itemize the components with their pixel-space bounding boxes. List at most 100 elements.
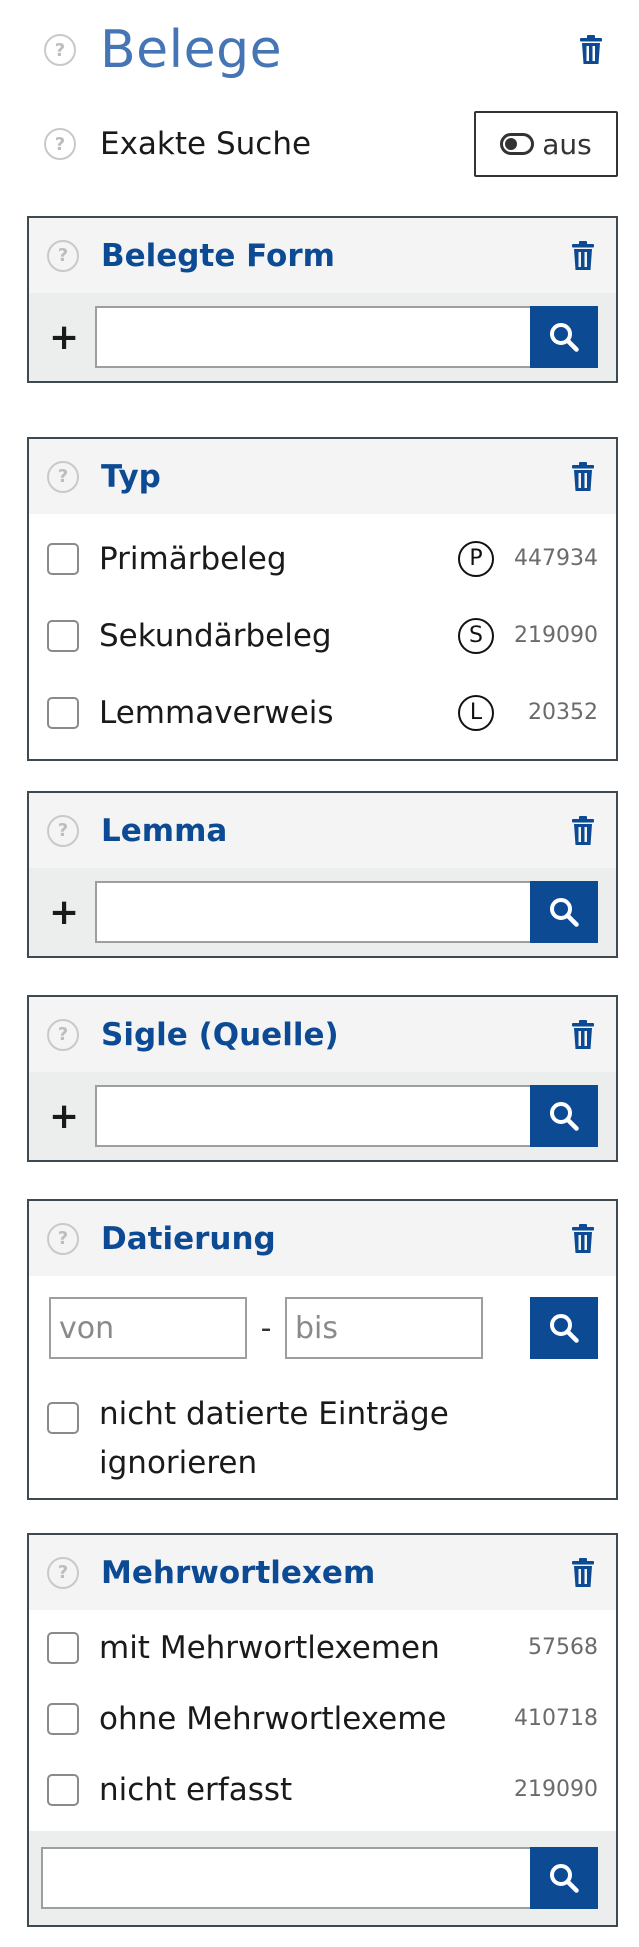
page-header: ? Belege (44, 14, 610, 86)
type-badge: S (458, 617, 494, 654)
panel-header: ? Sigle (Quelle) (29, 997, 616, 1072)
help-icon[interactable]: ? (47, 1222, 79, 1255)
option-count: 57568 (528, 1635, 598, 1660)
panel-datierung: ? Datierung - nicht datierte Einträge ig… (27, 1199, 618, 1500)
sigle-input[interactable] (95, 1085, 530, 1147)
undated-option[interactable]: nicht datierte Einträge ignorieren (29, 1380, 616, 1498)
page-title: Belege (100, 20, 283, 80)
search-row: + (29, 293, 616, 381)
date-to-input[interactable] (285, 1297, 483, 1359)
list-item[interactable]: Sekundärbeleg S 219090 (47, 597, 598, 674)
panel-title: Lemma (101, 812, 228, 849)
search-icon (550, 1102, 579, 1131)
exact-search-label: Exakte Suche (100, 126, 312, 162)
help-icon[interactable]: ? (47, 814, 79, 847)
panel-lemma: ? Lemma + (27, 791, 618, 958)
search-button[interactable] (530, 1847, 598, 1909)
list-item[interactable]: mit Mehrwortlexemen 57568 (47, 1612, 598, 1683)
search-row: + (29, 1072, 616, 1160)
option-label: nicht datierte Einträge ignorieren (99, 1396, 449, 1481)
toggle-off-icon (500, 133, 535, 155)
trash-icon (572, 240, 594, 270)
panel-title: Mehrwortlexem (101, 1554, 376, 1591)
add-field-button[interactable]: + (49, 1096, 95, 1137)
clear-all-button[interactable] (578, 35, 604, 65)
option-count: 219090 (514, 623, 598, 648)
help-icon[interactable]: ? (47, 1018, 79, 1051)
option-label: nicht erfasst (99, 1771, 293, 1808)
exact-search-toggle[interactable]: aus (474, 111, 618, 177)
trash-icon (572, 461, 594, 491)
panel-header: ? Lemma (29, 793, 616, 868)
trash-icon (572, 815, 594, 845)
option-count: 410718 (514, 1706, 598, 1731)
date-separator: - (260, 1310, 272, 1346)
panel-title: Belegte Form (101, 237, 335, 274)
panel-belegte-form: ? Belegte Form + (27, 216, 618, 383)
panel-title: Sigle (Quelle) (101, 1016, 339, 1053)
search-icon (550, 1864, 579, 1893)
search-button[interactable] (530, 881, 598, 943)
clear-panel-button[interactable] (570, 1019, 596, 1050)
mehrwortlexem-input[interactable] (41, 1847, 530, 1909)
clear-panel-button[interactable] (570, 240, 596, 271)
option-label: mit Mehrwortlexemen (99, 1629, 440, 1666)
checkbox[interactable] (47, 1773, 79, 1806)
search-button[interactable] (530, 306, 598, 368)
search-button[interactable] (530, 1297, 598, 1359)
clear-panel-button[interactable] (570, 1223, 596, 1254)
list-item[interactable]: nicht erfasst 219090 (47, 1754, 598, 1825)
search-icon (550, 1314, 579, 1343)
type-badge: P (458, 540, 494, 577)
option-label: ohne Mehrwortlexeme (99, 1700, 447, 1737)
help-icon[interactable]: ? (44, 128, 76, 160)
panel-title: Typ (101, 458, 161, 495)
list-item[interactable]: Primärbeleg P 447934 (47, 520, 598, 597)
list-item[interactable]: ohne Mehrwortlexeme 410718 (47, 1683, 598, 1754)
list-item[interactable]: Lemmaverweis L 20352 (47, 674, 598, 751)
search-button[interactable] (530, 1085, 598, 1147)
checkbox[interactable] (47, 1702, 79, 1735)
trash-icon (572, 1557, 594, 1587)
trash-icon (580, 35, 602, 64)
option-label: Lemmaverweis (99, 694, 334, 731)
toggle-label: aus (542, 127, 592, 161)
add-field-button[interactable]: + (49, 317, 95, 358)
help-icon[interactable]: ? (44, 34, 76, 66)
panel-header: ? Datierung (29, 1201, 616, 1276)
panel-sigle: ? Sigle (Quelle) + (27, 995, 618, 1162)
help-icon[interactable]: ? (47, 460, 79, 493)
help-icon[interactable]: ? (47, 239, 79, 272)
lemma-input[interactable] (95, 881, 530, 943)
search-icon (550, 323, 579, 352)
option-count: 20352 (528, 700, 598, 725)
checkbox[interactable] (47, 1402, 79, 1434)
checkbox[interactable] (47, 542, 79, 575)
option-label: Primärbeleg (99, 540, 287, 577)
option-list: Primärbeleg P 447934 Sekundärbeleg S 219… (29, 514, 616, 759)
panel-typ: ? Typ Primärbeleg P 447934 Sekundärbeleg… (27, 437, 618, 761)
option-count: 219090 (514, 1777, 598, 1802)
search-row: + (29, 868, 616, 956)
date-range-row: - (29, 1276, 616, 1380)
add-field-button[interactable]: + (49, 892, 95, 933)
help-icon[interactable]: ? (47, 1556, 79, 1589)
panel-header: ? Mehrwortlexem (29, 1535, 616, 1610)
search-icon (550, 898, 579, 927)
panel-title: Datierung (101, 1220, 276, 1257)
date-from-input[interactable] (49, 1297, 247, 1359)
option-count: 447934 (514, 546, 598, 571)
clear-panel-button[interactable] (570, 1557, 596, 1588)
trash-icon (572, 1223, 594, 1253)
checkbox[interactable] (47, 696, 79, 729)
clear-panel-button[interactable] (570, 461, 596, 492)
belegte-form-input[interactable] (95, 306, 530, 368)
option-list: mit Mehrwortlexemen 57568 ohne Mehrwortl… (29, 1610, 616, 1831)
clear-panel-button[interactable] (570, 815, 596, 846)
panel-header: ? Belegte Form (29, 218, 616, 293)
checkbox[interactable] (47, 619, 79, 652)
trash-icon (572, 1019, 594, 1049)
checkbox[interactable] (47, 1631, 79, 1664)
type-badge: L (458, 694, 494, 731)
panel-header: ? Typ (29, 439, 616, 514)
